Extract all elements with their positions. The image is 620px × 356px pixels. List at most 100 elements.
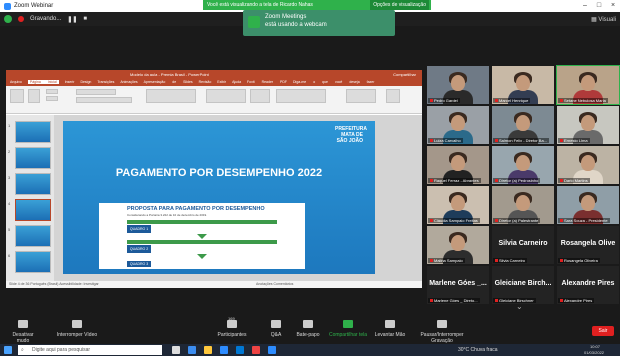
qa-button[interactable]: Q&A (266, 320, 286, 338)
participant-tile[interactable]: Alexandre Pires Alexandre Pires (557, 266, 619, 304)
share-screen-button[interactable]: Compartilhar tela (326, 320, 370, 338)
powerpoint-tab[interactable]: Arquivo (10, 80, 22, 84)
pause-recording-button[interactable]: Pausar/Interromper Gravação (410, 320, 474, 344)
participant-name: Rosangela Oliveira (558, 258, 600, 263)
windows-start-icon[interactable] (4, 346, 12, 354)
participant-face (516, 115, 530, 131)
chevron-down-icon[interactable]: ⌄ (516, 302, 523, 311)
participants-button[interactable]: Participantes (212, 320, 252, 338)
viewing-banner: Você está visualizando a tela de Ricardo… (203, 0, 431, 10)
participant-face (516, 155, 530, 171)
view-options-button[interactable]: Opções de visualização (370, 0, 429, 10)
font-selector[interactable] (76, 89, 116, 95)
slide-thumbnail[interactable] (15, 121, 51, 143)
powerpoint-tab[interactable]: Revisão (199, 80, 212, 84)
muted-mic-icon (430, 299, 433, 303)
mail-icon[interactable] (236, 346, 244, 354)
powerpoint-tab[interactable]: Transições (97, 80, 114, 84)
maximize-button[interactable]: □ (592, 0, 606, 12)
participant-tile[interactable]: Pedro Gardel (427, 66, 489, 104)
participant-tile[interactable]: Setane Nebulosa Maria (556, 65, 620, 105)
powerpoint-tab[interactable]: Foxit Reader PDF (247, 80, 287, 84)
powerpoint-tab[interactable]: Ajuda (232, 80, 241, 84)
video-button[interactable]: Interromper Vídeo (52, 320, 102, 338)
participant-tile[interactable]: Marcel Henrique (492, 66, 554, 104)
stop-recording-icon[interactable]: ■ (83, 16, 87, 22)
clock-time[interactable]: 10:07 (590, 344, 600, 349)
participant-tile[interactable]: Sara Souza - Presidente (557, 186, 619, 224)
participant-tile[interactable]: Salmon Felix - Diretor Ba... (492, 106, 554, 144)
slide-thumbnail[interactable] (15, 147, 51, 169)
participant-name: Luiza Carvalho (428, 138, 463, 143)
paste-button[interactable] (10, 89, 24, 103)
participant-name: Cláudia Sampaio Freitas (428, 218, 480, 223)
slide-thumbnail-selected[interactable] (15, 199, 51, 221)
powerpoint-tab[interactable]: Exibir (217, 80, 226, 84)
participant-tile[interactable]: Gleiciane Birch... Gleiciane Birschner (492, 266, 554, 304)
view-mode-button[interactable]: ▦ Visuali (591, 16, 616, 23)
designer-button[interactable] (386, 89, 400, 103)
status-right[interactable]: Anotações Comentários (256, 281, 293, 288)
participant-tile[interactable]: Marlene Góes _... Marlene Góes _ Direto..… (427, 266, 489, 304)
participant-name-text: Marlene Góes _ Direto... (434, 298, 478, 303)
participant-tile[interactable]: Dario Martins (557, 146, 619, 184)
mute-button[interactable]: Desativar mudo (6, 320, 40, 344)
arrange-button[interactable] (250, 89, 270, 103)
muted-mic-icon (495, 99, 498, 103)
toast-text: está usando a webcam (265, 22, 327, 28)
participant-tile[interactable]: Malina Sampaio (427, 226, 489, 264)
slide-thumbnail[interactable] (15, 173, 51, 195)
slide-thumbnail[interactable] (15, 251, 51, 273)
zoom-controls: Desativar mudo Interromper Vídeo Partici… (0, 316, 620, 344)
zoom-taskbar-icon[interactable] (268, 346, 276, 354)
participant-name: Marcel Henrique (493, 98, 531, 103)
participant-tile[interactable]: Ernesto Lima (557, 106, 619, 144)
layout-button[interactable] (46, 89, 58, 94)
powerpoint-tab[interactable]: Animações (120, 80, 137, 84)
font-format-buttons[interactable] (76, 97, 132, 103)
participant-tile[interactable]: Luiza Carvalho (427, 106, 489, 144)
participant-tile[interactable]: Diretor (a) Palestrante (492, 186, 554, 224)
chat-button[interactable]: Bate-papo (294, 320, 322, 338)
file-explorer-icon[interactable] (204, 346, 212, 354)
security-shield-icon[interactable] (4, 15, 12, 23)
powerpoint-title: Modelo da aula - Premia Brasil - PowerPo… (130, 72, 209, 77)
new-slide-button[interactable] (28, 89, 40, 103)
slide-thumbnail[interactable] (15, 225, 51, 247)
powerpoint-share-button[interactable]: Compartilhar (393, 70, 416, 79)
reset-button[interactable] (46, 96, 58, 101)
participant-name: Diretor (a) Pedrosinho (493, 178, 541, 183)
taskbar-search[interactable]: ⌕ Digite aqui para pesquisar (18, 345, 162, 355)
edge-icon[interactable] (188, 346, 196, 354)
task-view-icon[interactable] (172, 346, 180, 354)
leave-button[interactable]: Sair (592, 326, 614, 336)
participant-tile[interactable]: Silvia Carneiro Silvia Carneiro (492, 226, 554, 264)
powerpoint-tab[interactable]: Página Inicial (27, 80, 59, 84)
participant-tile[interactable]: Raquel Ferraz - Abrantes (427, 146, 489, 184)
weather-text[interactable]: 30°C Chuva fraca (458, 347, 498, 353)
muted-mic-icon (430, 99, 433, 103)
powerpoint-tab[interactable]: Apresentação de Slides (144, 80, 193, 84)
participant-face (581, 155, 595, 171)
shared-screen[interactable]: Modelo da aula - Premia Brasil - PowerPo… (6, 70, 422, 288)
pause-recording-icon[interactable]: ❚❚ (67, 16, 77, 23)
close-button[interactable]: × (606, 0, 620, 12)
webcam-toast[interactable]: Zoom Meetings está usando a webcam (243, 10, 395, 36)
raise-hand-button[interactable]: Levantar Mão (372, 320, 408, 338)
powerpoint-tab[interactable]: Inserir (65, 80, 75, 84)
participant-tile[interactable]: Rosangela Olive Rosangela Oliveira (557, 226, 619, 264)
minimize-button[interactable]: – (578, 0, 592, 12)
clock-date[interactable]: 01/03/2022 (584, 350, 604, 355)
shape-styles[interactable] (276, 89, 326, 103)
participant-tile[interactable]: Cláudia Sampaio Freitas (427, 186, 489, 224)
powerpoint-tab[interactable]: Design (80, 80, 91, 84)
tell-me-search[interactable]: Diga-me o que você deseja fazer (293, 80, 374, 84)
viewing-banner-text: Você está visualizando a tela de Ricardo… (207, 2, 313, 8)
participant-tile[interactable]: Diretor (a) Pedrosinho (492, 146, 554, 184)
editing-group[interactable] (346, 89, 376, 103)
chrome-icon[interactable] (252, 346, 260, 354)
shapes-gallery[interactable] (206, 89, 246, 103)
paragraph-buttons[interactable] (146, 89, 196, 103)
store-icon[interactable] (220, 346, 228, 354)
card-row-label: QUADRO 2 (127, 245, 151, 253)
